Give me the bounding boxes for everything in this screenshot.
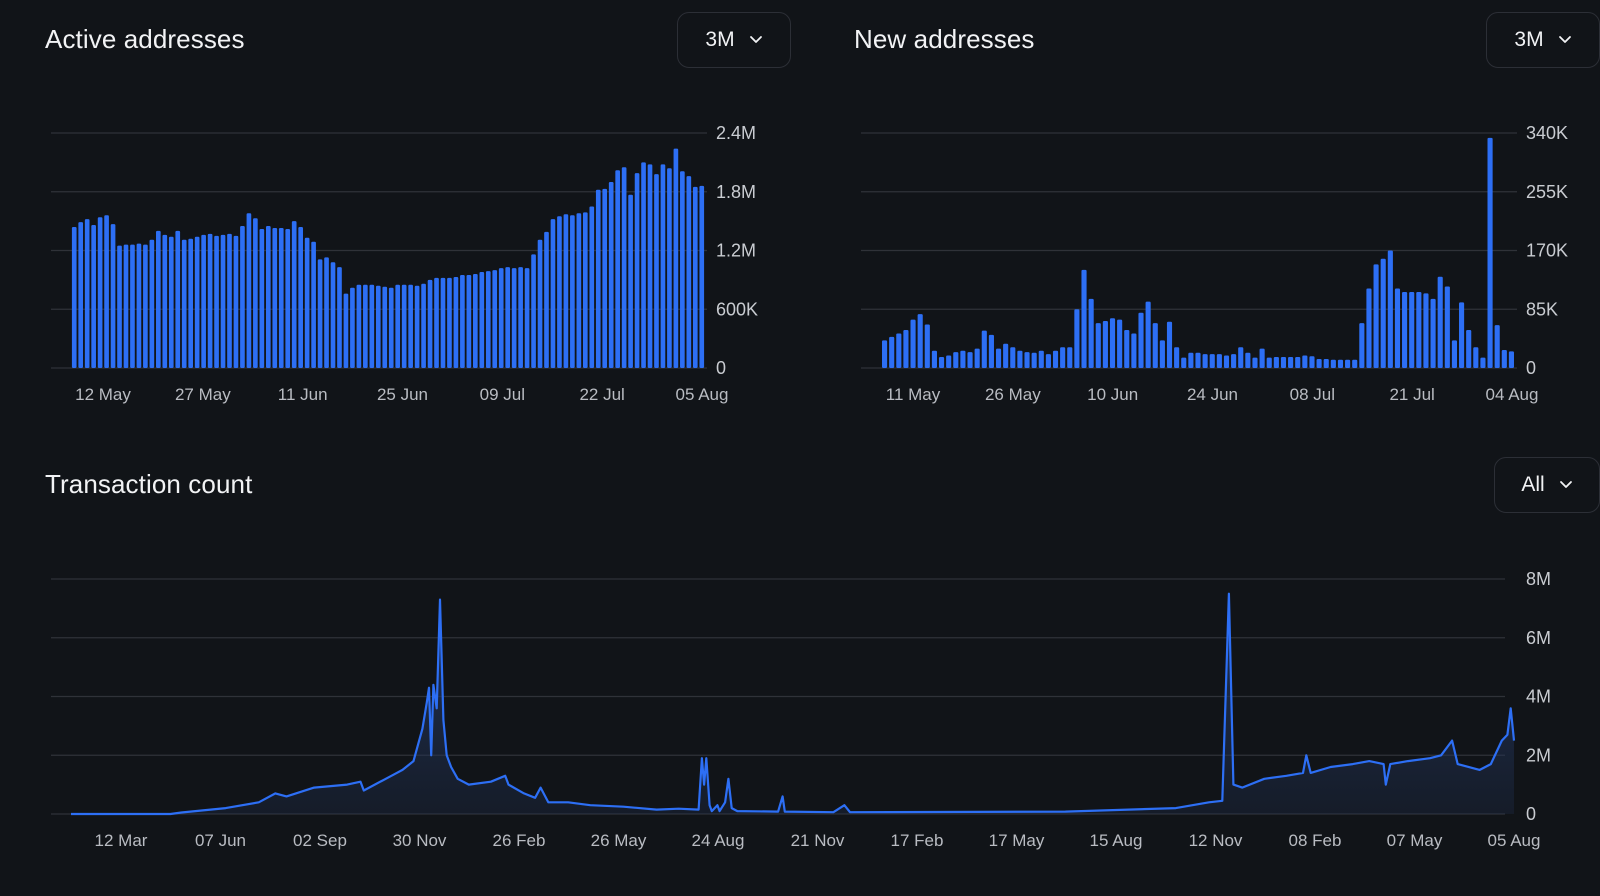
y-tick-label: 0 bbox=[1526, 804, 1536, 824]
x-tick-label: 02 Sep bbox=[293, 831, 347, 850]
x-tick-label: 24 Aug bbox=[692, 831, 745, 850]
y-tick-label: 4M bbox=[1526, 687, 1551, 707]
y-tick-label: 8M bbox=[1526, 569, 1551, 589]
x-tick-label: 26 May bbox=[591, 831, 647, 850]
y-tick-label: 6M bbox=[1526, 628, 1551, 648]
x-tick-label: 21 Nov bbox=[791, 831, 845, 850]
x-tick-label: 26 Feb bbox=[493, 831, 546, 850]
x-tick-label: 08 Feb bbox=[1289, 831, 1342, 850]
x-tick-label: 12 Mar bbox=[95, 831, 148, 850]
area-fill bbox=[71, 593, 1514, 814]
x-tick-label: 15 Aug bbox=[1090, 831, 1143, 850]
transaction-count-chart: 0 2M 4M 6M 8M 12 Mar 07 Jun 02 Sep 30 Nov 26 Feb 2… bbox=[51, 569, 1551, 850]
x-tick-label: 07 Jun bbox=[195, 831, 246, 850]
y-tick-label: 2M bbox=[1526, 745, 1551, 765]
x-tick-label: 07 May bbox=[1387, 831, 1443, 850]
x-tick-label: 17 May bbox=[989, 831, 1045, 850]
x-tick-label: 05 Aug bbox=[1488, 831, 1541, 850]
x-tick-label: 12 Nov bbox=[1189, 831, 1243, 850]
x-tick-label: 30 Nov bbox=[393, 831, 447, 850]
x-tick-label: 17 Feb bbox=[891, 831, 944, 850]
